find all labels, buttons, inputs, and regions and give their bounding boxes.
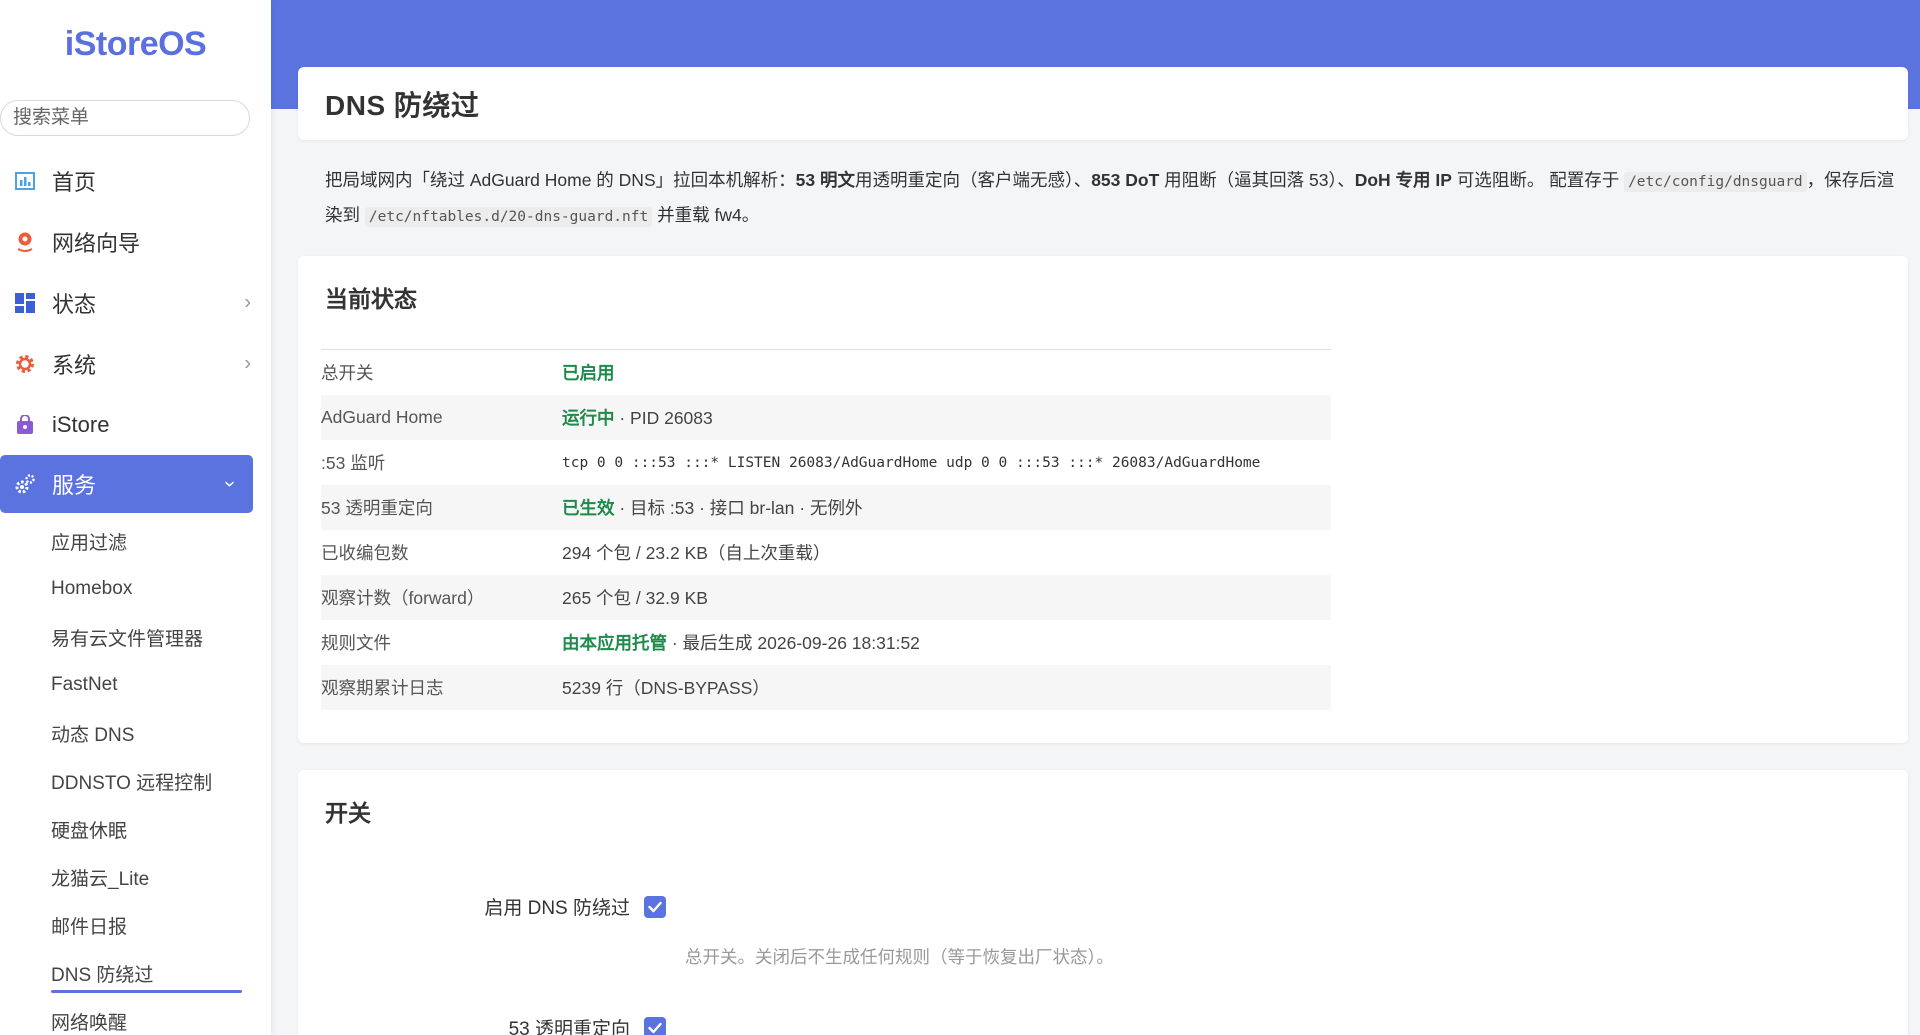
status-ok: 由本应用托管 <box>562 633 667 653</box>
sidebar-item-label: 首页 <box>52 169 97 195</box>
submenu-item[interactable]: FastNet <box>0 661 271 709</box>
services-submenu: 应用过滤 Homebox 易有云文件管理器 FastNet 动态 DNS DDN… <box>0 513 271 1035</box>
status-table: 总开关 已启用 AdGuard Home 运行中 · PID 26083 :53… <box>321 349 1331 710</box>
bar-chart-icon <box>14 170 36 192</box>
submenu-item[interactable]: Homebox <box>0 565 271 613</box>
sidebar-item-label: iStore <box>52 411 110 437</box>
table-row: :53 监听 tcp 0 0 :::53 :::* LISTEN 26083/A… <box>321 440 1331 485</box>
page-title-card: DNS 防绕过 <box>298 67 1908 140</box>
status-rest: 5239 行（DNS-BYPASS） <box>562 678 770 698</box>
switch-card-title: 开关 <box>325 800 371 826</box>
row-key: AdGuard Home <box>321 407 443 427</box>
chevron-down-icon: › <box>219 480 242 488</box>
enable-label: 启用 DNS 防绕过 <box>484 898 630 919</box>
enable-row: 启用 DNS 防绕过 <box>298 893 666 920</box>
row-value: 294 个包 / 23.2 KB（自上次重载） <box>562 540 1331 565</box>
submenu-item-current[interactable]: DNS 防绕过 <box>0 949 271 997</box>
submenu-item[interactable]: 邮件日报 <box>0 901 271 949</box>
gear-icon <box>14 353 36 375</box>
switch-card: 开关 启用 DNS 防绕过 总开关。关闭后不生成任何规则（等于恢复出厂状态）。 … <box>298 770 1908 1035</box>
desc-bold: 53 明文 <box>795 170 855 190</box>
submenu-item[interactable]: DDNSTO 远程控制 <box>0 757 271 805</box>
page-title: DNS 防绕过 <box>325 89 480 121</box>
globe-pin-icon <box>14 231 36 253</box>
bag-icon <box>14 414 36 436</box>
status-rest: · 最后生成 2026-09-26 18:31:52 <box>667 633 920 653</box>
table-row: 规则文件 由本应用托管 · 最后生成 2026-09-26 18:31:52 <box>321 620 1331 665</box>
submenu-item[interactable]: 应用过滤 <box>0 517 271 565</box>
submenu-item[interactable]: 易有云文件管理器 <box>0 613 271 661</box>
status-rest: · PID 26083 <box>614 408 713 428</box>
row-value: 已启用 <box>562 360 1331 385</box>
sidebar-item-label: 服务 <box>52 473 97 498</box>
row-key: 53 透明重定向 <box>321 498 433 518</box>
status-rest: 294 个包 / 23.2 KB（自上次重载） <box>562 543 831 563</box>
sidebar-item-istore[interactable]: iStore <box>0 394 271 455</box>
row-key: 总开关 <box>321 363 374 383</box>
sidebar-item-label: 网络向导 <box>52 230 141 256</box>
enable-checkbox[interactable] <box>644 895 666 918</box>
status-ok: 运行中 <box>562 408 615 428</box>
desc-bold: 853 DoT <box>1091 170 1160 190</box>
table-row: 观察计数（forward） 265 个包 / 32.9 KB <box>321 575 1331 620</box>
table-row: 53 透明重定向 已生效 · 目标 :53 · 接口 br-lan · 无例外 <box>321 485 1331 530</box>
row-key: 已收编包数 <box>321 543 409 563</box>
submenu-item[interactable]: 网络唤醒 <box>0 997 271 1035</box>
nft-path: /etc/nftables.d/20-dns-guard.nft <box>364 207 653 227</box>
sidebar: iStoreOS 首页 网络向导 状态 › 系统 › <box>0 0 271 1035</box>
sidebar-nav: 首页 网络向导 状态 › 系统 › iStore 服务 › <box>0 150 271 513</box>
sidebar-item-services[interactable]: 服务 › <box>0 455 253 513</box>
status-card-title: 当前状态 <box>325 286 417 312</box>
search-menu-input[interactable] <box>0 100 250 136</box>
row-key: 观察期累计日志 <box>321 678 444 698</box>
enable-hint: 总开关。关闭后不生成任何规则（等于恢复出厂状态）。 <box>685 947 1114 967</box>
row-value: 已生效 · 目标 :53 · 接口 br-lan · 无例外 <box>562 495 1331 520</box>
desc-text: 并重载 fw4。 <box>652 205 760 225</box>
submenu-item[interactable]: 动态 DNS <box>0 709 271 757</box>
row-key: :53 监听 <box>321 453 386 473</box>
table-row: 总开关 已启用 <box>321 350 1331 395</box>
redirect-label: 53 透明重定向 <box>508 1019 630 1035</box>
redirect-row: 53 透明重定向 <box>298 1014 666 1035</box>
row-key: 观察计数（forward） <box>321 588 485 608</box>
desc-text: 把局域网内「绕过 AdGuard Home 的 DNS」拉回本机解析： <box>325 170 796 190</box>
status-ok: 已启用 <box>562 363 615 383</box>
sidebar-item-label: 状态 <box>52 291 97 317</box>
brand-logo[interactable]: iStoreOS <box>0 0 271 88</box>
config-path: /etc/config/dnsguard <box>1624 172 1807 192</box>
status-ok: 已生效 <box>562 498 615 518</box>
row-value: 265 个包 / 32.9 KB <box>562 585 1331 610</box>
check-icon <box>648 901 662 912</box>
dashboard-icon <box>14 292 36 314</box>
check-icon <box>648 1022 662 1033</box>
status-rest: 265 个包 / 32.9 KB <box>562 588 708 608</box>
table-row: 已收编包数 294 个包 / 23.2 KB（自上次重载） <box>321 530 1331 575</box>
submenu-item[interactable]: 硬盘休眠 <box>0 805 271 853</box>
row-key: 规则文件 <box>321 633 391 653</box>
chevron-right-icon: › <box>244 352 251 374</box>
desc-bold: DoH 专用 IP <box>1354 170 1452 190</box>
sidebar-item-network-wizard[interactable]: 网络向导 <box>0 211 271 272</box>
row-value: 由本应用托管 · 最后生成 2026-09-26 18:31:52 <box>562 630 1331 655</box>
table-row: AdGuard Home 运行中 · PID 26083 <box>321 395 1331 440</box>
table-row: 观察期累计日志 5239 行（DNS-BYPASS） <box>321 665 1331 710</box>
redirect-checkbox[interactable] <box>644 1016 666 1035</box>
status-card: 当前状态 总开关 已启用 AdGuard Home 运行中 · PID 2608… <box>298 256 1908 743</box>
sidebar-item-label: 系统 <box>52 352 97 378</box>
desc-text: 可选阻断。 配置存于 <box>1451 170 1625 190</box>
desc-text: 用透明重定向（客户端无感）、 <box>854 170 1092 190</box>
sidebar-item-home[interactable]: 首页 <box>0 150 271 211</box>
page-description: 把局域网内「绕过 AdGuard Home 的 DNS」拉回本机解析：53 明文… <box>325 164 1905 234</box>
sidebar-item-status[interactable]: 状态 › <box>0 272 271 333</box>
chevron-right-icon: › <box>244 291 251 313</box>
row-value: 运行中 · PID 26083 <box>562 405 1331 430</box>
sidebar-item-system[interactable]: 系统 › <box>0 333 271 394</box>
status-rest: · 目标 :53 · 接口 br-lan · 无例外 <box>614 498 863 518</box>
submenu-item[interactable]: 龙猫云_Lite <box>0 853 271 901</box>
row-value: 5239 行（DNS-BYPASS） <box>562 675 1331 700</box>
desc-text: 用阻断（逼其回落 53）、 <box>1159 170 1355 190</box>
gears-icon <box>14 473 36 495</box>
row-value: tcp 0 0 :::53 :::* LISTEN 26083/AdGuardH… <box>562 454 1261 471</box>
main-content: DNS 防绕过 把局域网内「绕过 AdGuard Home 的 DNS」拉回本机… <box>271 0 1920 1035</box>
